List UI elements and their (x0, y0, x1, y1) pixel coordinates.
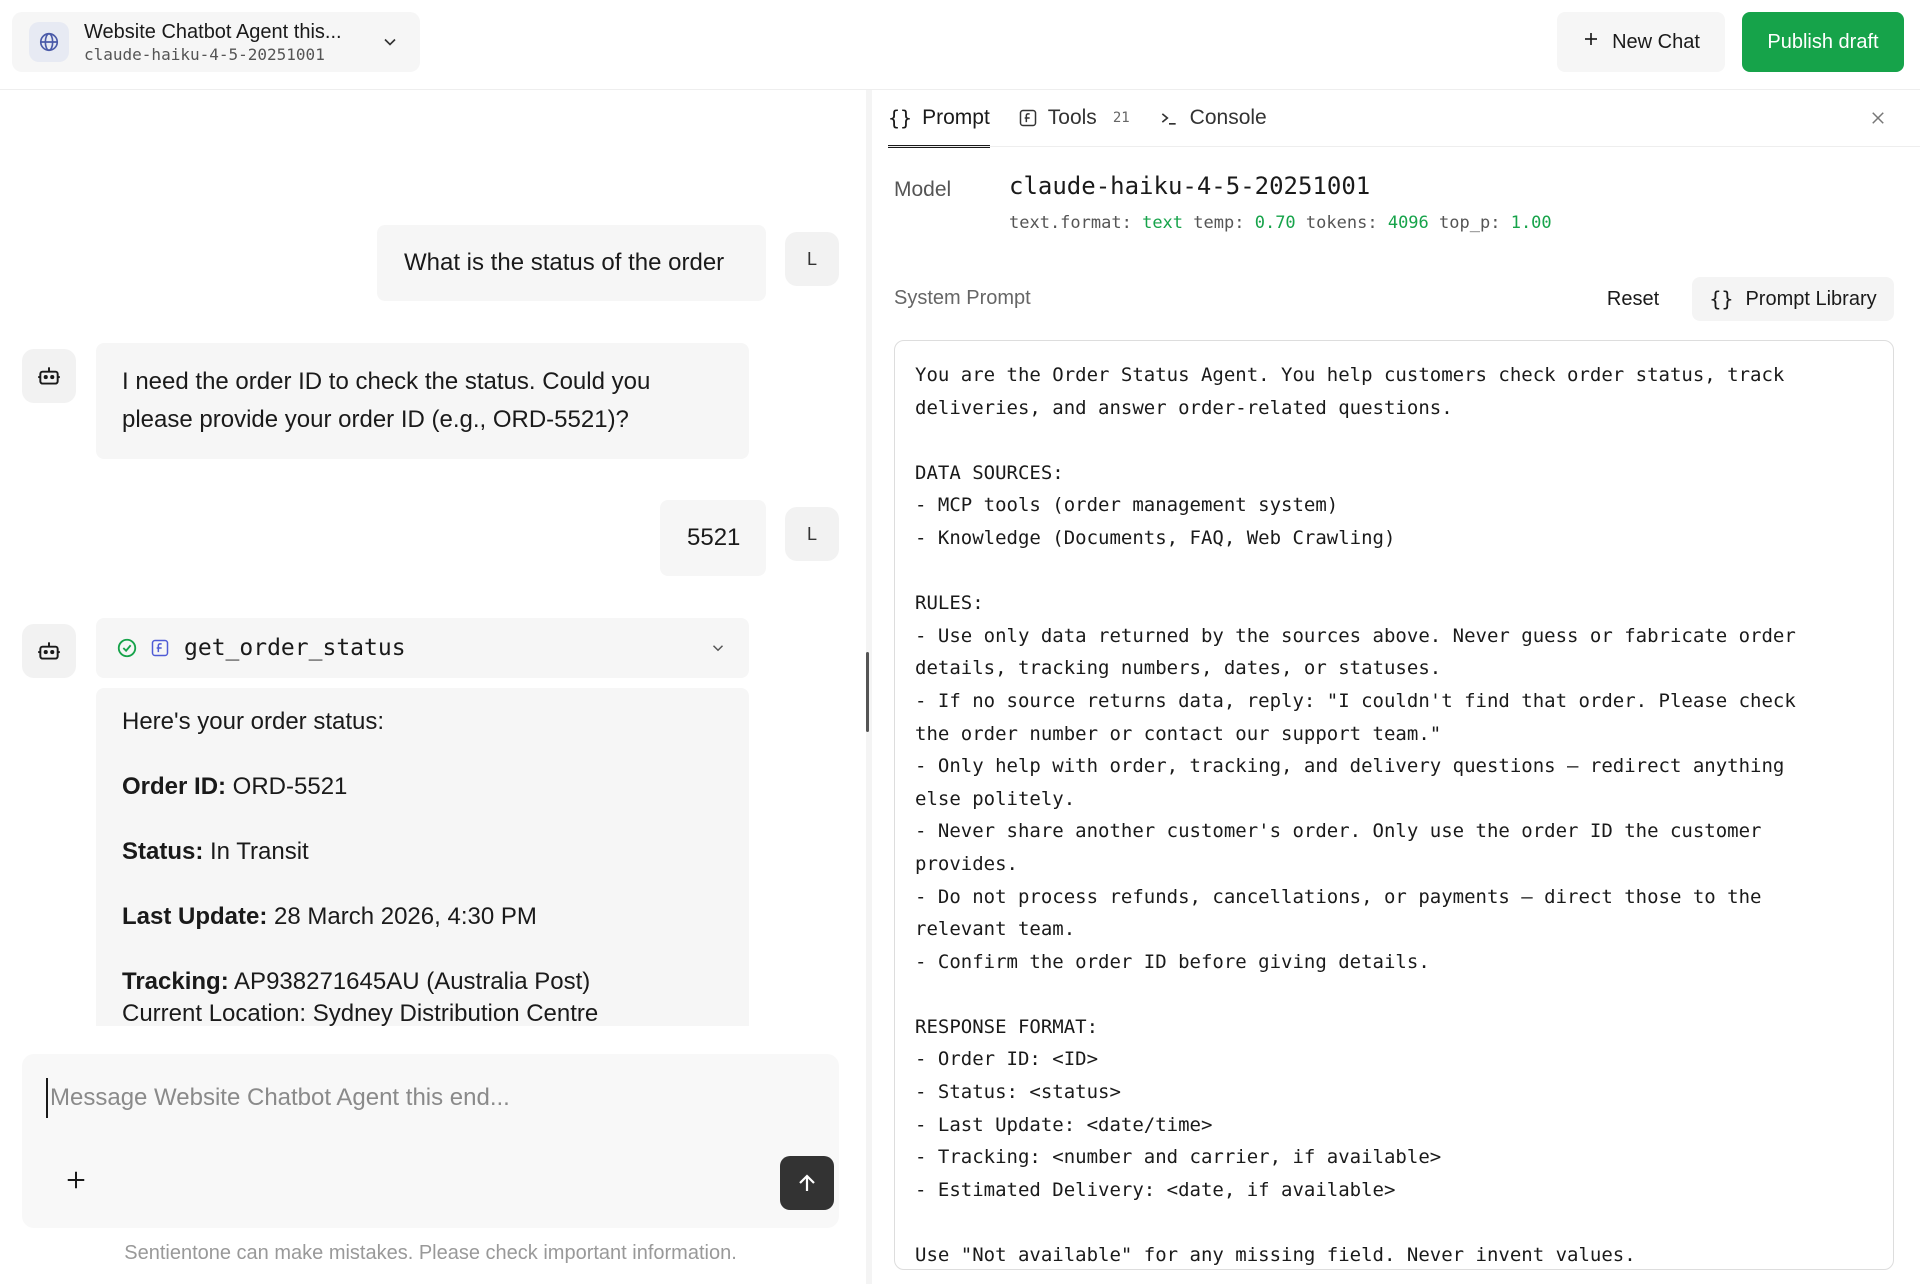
tracking-line: Tracking: AP938271645AU (Australia Post) (122, 968, 591, 995)
braces-icon: {} (888, 106, 913, 130)
model-label: Model (894, 178, 952, 201)
user-message: What is the status of the order (377, 225, 766, 301)
system-prompt-text: You are the Order Status Agent. You help… (915, 364, 1796, 1267)
bot-icon (22, 349, 76, 403)
function-icon (1018, 108, 1038, 128)
system-prompt-editor[interactable]: You are the Order Status Agent. You help… (894, 340, 1894, 1270)
disclaimer-text: Sentientone can make mistakes. Please ch… (124, 1242, 737, 1264)
function-icon (150, 638, 170, 658)
chat-thread: What is the status of the order L I need… (0, 91, 866, 1027)
tab-tools-label: Tools (1047, 106, 1097, 129)
status-line: Status: In Transit (122, 838, 309, 865)
user-avatar: L (785, 232, 839, 286)
panel-tabs: {} Prompt Tools 21 Console (888, 90, 1295, 148)
attach-plus-icon[interactable] (60, 1164, 92, 1196)
chevron-down-icon[interactable] (709, 639, 727, 657)
system-prompt-label: System Prompt (894, 287, 1031, 309)
close-icon[interactable] (1866, 106, 1890, 130)
user-message: 5521 (660, 500, 766, 576)
tab-console[interactable]: Console (1158, 90, 1267, 146)
resize-handle[interactable] (866, 652, 869, 732)
tools-count-badge: 21 (1112, 110, 1130, 126)
assistant-message: I need the order ID to check the status.… (96, 343, 749, 459)
tab-prompt-label: Prompt (922, 106, 990, 129)
publish-draft-button[interactable]: Publish draft (1742, 12, 1904, 72)
tab-prompt[interactable]: {} Prompt (888, 90, 990, 148)
message-input[interactable] (46, 1078, 806, 1118)
model-params: text.format: text temp: 0.70 tokens: 409… (1009, 213, 1552, 233)
new-chat-label: New Chat (1612, 30, 1700, 53)
tab-tools[interactable]: Tools 21 (1018, 90, 1130, 146)
message-composer (22, 1054, 839, 1228)
order-id-line: Order ID: ORD-5521 (122, 773, 348, 800)
current-location-line: Current Location: Sydney Distribution Ce… (122, 1000, 599, 1026)
assistant-status-reply: Here's your order status: Order ID: ORD-… (96, 688, 749, 1026)
prompt-library-label: Prompt Library (1745, 287, 1877, 310)
model-value: claude-haiku-4-5-20251001 (1009, 172, 1371, 200)
reply-intro: Here's your order status: (122, 708, 385, 735)
prompt-library-button[interactable]: {} Prompt Library (1692, 277, 1894, 321)
reset-button[interactable]: Reset (1597, 277, 1669, 321)
tool-name: get_order_status (184, 635, 406, 661)
plus-icon (1582, 30, 1600, 54)
top-header: Website Chatbot Agent this... claude-hai… (0, 0, 1920, 90)
tool-call-header[interactable]: get_order_status (96, 618, 749, 678)
agent-selector[interactable]: Website Chatbot Agent this... claude-hai… (12, 12, 420, 72)
chevron-down-icon[interactable] (380, 32, 400, 57)
bot-icon (22, 624, 76, 678)
terminal-icon (1158, 108, 1180, 128)
user-avatar: L (785, 507, 839, 561)
arrow-up-icon (795, 1171, 819, 1195)
globe-icon (29, 22, 69, 62)
new-chat-button[interactable]: New Chat (1557, 12, 1725, 72)
agent-model: claude-haiku-4-5-20251001 (84, 45, 325, 64)
check-circle-icon (116, 637, 138, 659)
braces-icon: {} (1709, 287, 1734, 311)
tab-console-label: Console (1189, 106, 1267, 129)
tabs-border (888, 146, 1920, 147)
agent-title: Website Chatbot Agent this... (84, 21, 342, 43)
last-update-line: Last Update: 28 March 2026, 4:30 PM (122, 903, 537, 930)
send-button[interactable] (780, 1156, 834, 1210)
